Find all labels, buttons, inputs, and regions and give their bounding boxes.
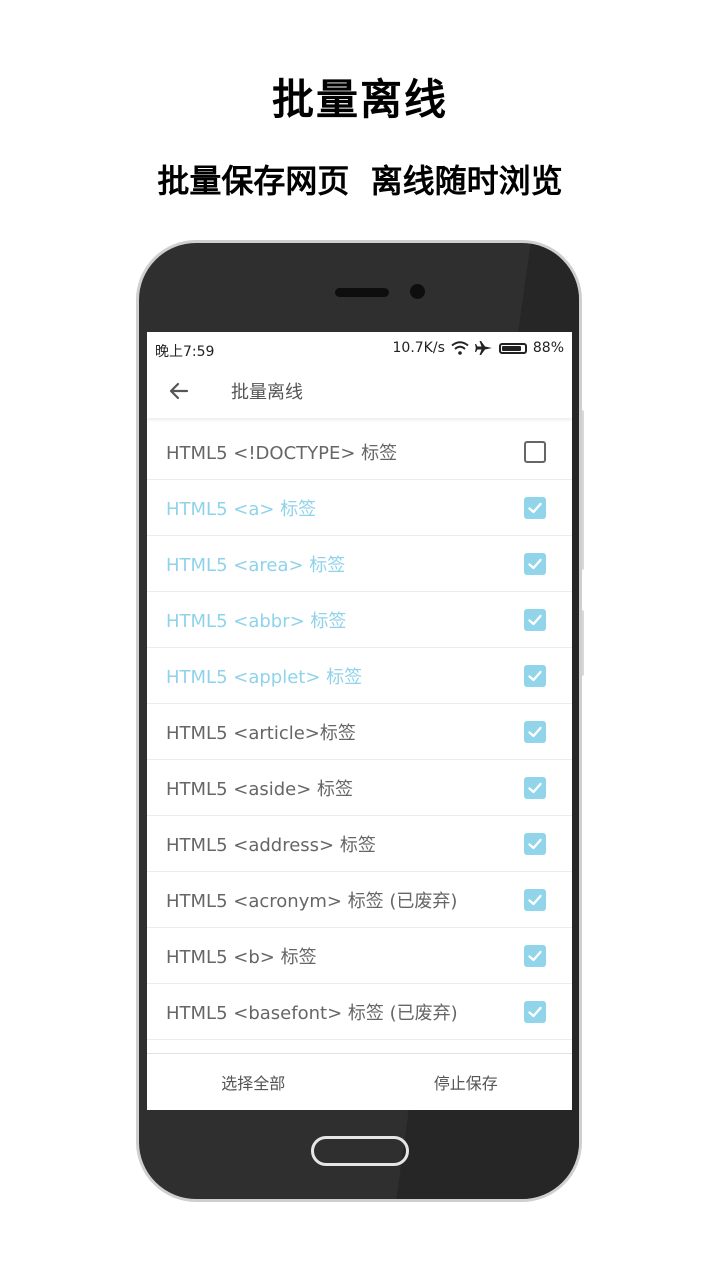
checkmark-icon bbox=[528, 670, 542, 681]
wifi-icon bbox=[451, 341, 469, 355]
list-item-label: HTML5 <!DOCTYPE> 标签 bbox=[166, 442, 398, 464]
list-item-label: HTML5 <acronym> 标签 (已废弃) bbox=[166, 890, 458, 912]
phone-speaker bbox=[335, 288, 389, 297]
list-item-label: HTML5 <article>标签 bbox=[166, 722, 356, 744]
list-item[interactable]: HTML5 <article>标签 bbox=[147, 704, 572, 760]
battery-percent: 88% bbox=[532, 340, 564, 356]
checkmark-icon bbox=[528, 838, 542, 849]
checkmark-icon bbox=[528, 894, 542, 905]
checkmark-icon bbox=[528, 782, 542, 793]
checkmark-icon bbox=[528, 726, 542, 737]
promo-title: 批量离线 bbox=[271, 75, 448, 124]
list-item[interactable]: HTML5 <aside> 标签 bbox=[147, 760, 572, 816]
checkbox[interactable] bbox=[524, 608, 546, 631]
status-bar: 晚上7:59 10.7K/s 88% bbox=[147, 332, 572, 364]
checkbox[interactable] bbox=[524, 496, 546, 519]
checkbox[interactable] bbox=[524, 944, 546, 967]
list-item[interactable] bbox=[147, 1040, 572, 1054]
promo-subtitle: 批量保存网页 离线随时浏览 bbox=[157, 162, 563, 200]
list-item[interactable]: HTML5 <basefont> 标签 (已废弃) bbox=[147, 984, 572, 1040]
checkbox[interactable] bbox=[524, 720, 546, 743]
airplane-icon bbox=[474, 341, 492, 355]
checkbox[interactable] bbox=[524, 664, 546, 687]
status-right: 10.7K/s 88% bbox=[393, 340, 565, 356]
phone-camera bbox=[410, 284, 425, 299]
checkmark-icon bbox=[528, 558, 542, 569]
checkbox[interactable] bbox=[524, 440, 546, 463]
list-item[interactable]: HTML5 <b> 标签 bbox=[147, 928, 572, 984]
list-item-label: HTML5 <abbr> 标签 bbox=[166, 610, 347, 632]
tag-list: HTML5 <!DOCTYPE> 标签 HTML5 <a> 标签 HTML5 <ar… bbox=[147, 424, 572, 1054]
bottom-bar: 选择全部 停止保存 bbox=[147, 1053, 572, 1110]
page-title: 批量离线 bbox=[231, 382, 303, 403]
checkbox[interactable] bbox=[524, 832, 546, 855]
list-item[interactable]: HTML5 <abbr> 标签 bbox=[147, 592, 572, 648]
checkmark-icon bbox=[528, 1006, 542, 1017]
checkmark-icon bbox=[528, 950, 542, 961]
list-item-label: HTML5 <b> 标签 bbox=[166, 946, 317, 968]
network-speed: 10.7K/s bbox=[392, 340, 445, 356]
select-all-button[interactable]: 选择全部 bbox=[147, 1070, 360, 1094]
phone-screen: 晚上7:59 10.7K/s 88% 批量离线 HTML5 <!DOCTYPE>… bbox=[147, 332, 572, 1110]
list-item-label: HTML5 <a> 标签 bbox=[166, 498, 317, 520]
list-item-label: HTML5 <address> 标签 bbox=[166, 834, 376, 856]
checkbox[interactable] bbox=[524, 776, 546, 799]
stop-save-button[interactable]: 停止保存 bbox=[360, 1070, 573, 1094]
list-item-label: HTML5 <applet> 标签 bbox=[166, 666, 363, 688]
status-time: 晚上7:59 bbox=[155, 344, 215, 360]
checkmark-icon bbox=[528, 614, 542, 625]
checkbox[interactable] bbox=[524, 888, 546, 911]
arrow-left-icon[interactable] bbox=[167, 379, 191, 403]
checkbox[interactable] bbox=[524, 1000, 546, 1023]
battery-icon bbox=[498, 342, 527, 354]
phone-home-button[interactable] bbox=[311, 1136, 409, 1166]
checkmark-icon bbox=[528, 502, 542, 513]
checkbox[interactable] bbox=[524, 552, 546, 575]
list-item-label: HTML5 <basefont> 标签 (已废弃) bbox=[166, 1002, 458, 1024]
app-bar: 批量离线 bbox=[147, 364, 572, 418]
list-item[interactable]: HTML5 <a> 标签 bbox=[147, 480, 572, 536]
list-item[interactable]: HTML5 <!DOCTYPE> 标签 bbox=[147, 424, 572, 480]
list-item[interactable]: HTML5 <address> 标签 bbox=[147, 816, 572, 872]
list-item[interactable]: HTML5 <acronym> 标签 (已废弃) bbox=[147, 872, 572, 928]
list-item-label: HTML5 <aside> 标签 bbox=[166, 778, 354, 800]
list-item[interactable]: HTML5 <applet> 标签 bbox=[147, 648, 572, 704]
list-item[interactable]: HTML5 <area> 标签 bbox=[147, 536, 572, 592]
list-item-label: HTML5 <area> 标签 bbox=[166, 554, 346, 576]
